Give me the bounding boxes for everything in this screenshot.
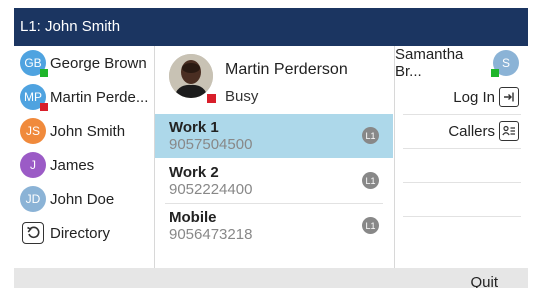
login-label: Log In <box>453 88 495 106</box>
softkey-bar: Quit <box>14 268 528 288</box>
avatar: GB <box>20 50 48 77</box>
favorite-label: James <box>50 156 95 174</box>
right-softkey-panel: Samantha Br... S Log In Callers <box>394 46 528 268</box>
contact-status: Busy <box>225 88 259 105</box>
avatar-initials: J <box>30 158 36 172</box>
favorite-label: John Smith <box>50 122 126 140</box>
line-title: L1: John Smith <box>20 18 121 35</box>
favorite-john-doe[interactable]: JD John Doe <box>14 182 154 216</box>
number-value: 9056473218 <box>169 226 253 243</box>
number-row-work1[interactable]: Work 1 9057504500 L1 <box>155 114 393 158</box>
avatar-initials: JS <box>25 124 40 138</box>
number-row-mobile[interactable]: Mobile 9056473218 L1 <box>155 204 393 248</box>
favorite-label: Samantha Br... <box>395 46 464 80</box>
line-badge-icon: L1 <box>362 127 379 144</box>
presence-busy-icon <box>207 94 216 103</box>
avatar: S <box>491 50 519 77</box>
avatar-initials: MP <box>24 90 42 104</box>
title-bar: L1: John Smith <box>14 8 528 46</box>
favorite-james[interactable]: J James <box>14 148 154 182</box>
avatar-initials: S <box>501 56 510 70</box>
avatar: J <box>20 152 46 178</box>
directory-label: Directory <box>50 224 111 242</box>
avatar: JD <box>20 186 46 212</box>
contact-photo <box>169 54 213 98</box>
callers-list-icon <box>499 121 519 141</box>
favorite-label: Martin Perde... <box>50 88 149 106</box>
favorite-martin-perderson[interactable]: MP Martin Perde... <box>14 80 154 114</box>
login-icon <box>499 87 519 107</box>
number-value: 9052224400 <box>169 181 253 198</box>
line-badge-icon: L1 <box>362 217 379 234</box>
divider <box>403 182 521 183</box>
login-button[interactable]: Log In <box>395 80 527 114</box>
presence-available-icon <box>491 69 499 77</box>
favorites-panel: GB George Brown MP Martin Perde... JS Jo… <box>14 46 155 268</box>
favorite-john-smith[interactable]: JS John Smith <box>14 114 154 148</box>
presence-busy-icon <box>40 103 48 111</box>
number-row-work2[interactable]: Work 2 9052224400 L1 <box>155 159 393 203</box>
avatar: MP <box>20 84 48 111</box>
contact-header: Martin Perderson Busy <box>155 46 393 114</box>
contact-detail-panel: Martin Perderson Busy Work 1 9057504500 … <box>155 46 393 268</box>
back-arrow-icon <box>22 222 44 244</box>
contact-name: Martin Perderson <box>225 61 348 78</box>
number-label: Mobile <box>169 209 217 226</box>
avatar-initials: GB <box>24 56 42 70</box>
callers-label: Callers <box>448 122 495 140</box>
quit-button[interactable]: Quit <box>470 268 498 288</box>
favorite-george-brown[interactable]: GB George Brown <box>14 46 154 80</box>
number-value: 9057504500 <box>169 136 253 153</box>
presence-available-icon <box>40 69 48 77</box>
callers-button[interactable]: Callers <box>395 114 527 148</box>
favorite-label: George Brown <box>50 54 147 72</box>
directory-button[interactable]: Directory <box>14 216 154 250</box>
avatar-initials: JD <box>25 192 41 206</box>
divider <box>403 216 521 217</box>
phone-screen: L1: John Smith GB George Brown MP Martin… <box>14 8 528 288</box>
favorite-samantha[interactable]: Samantha Br... S <box>395 46 527 80</box>
divider <box>403 148 521 149</box>
number-label: Work 2 <box>169 164 219 181</box>
favorite-label: John Doe <box>50 190 115 208</box>
number-label: Work 1 <box>169 119 219 136</box>
avatar: JS <box>20 118 46 144</box>
line-badge-icon: L1 <box>362 172 379 189</box>
